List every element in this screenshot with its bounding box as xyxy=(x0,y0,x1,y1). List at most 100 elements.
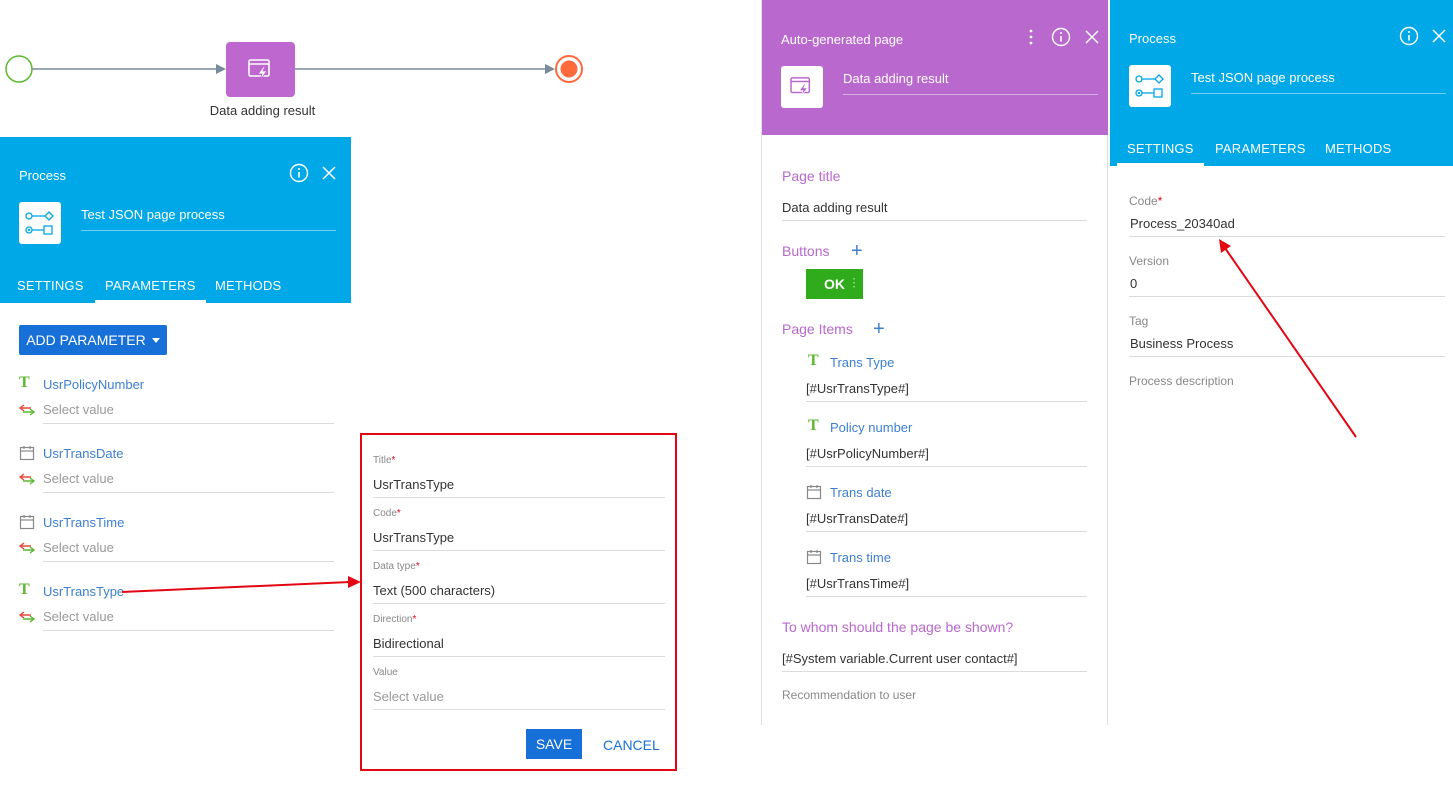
recipient-label: To whom should the page be shown? xyxy=(782,619,1014,635)
version-label: Version xyxy=(1129,254,1170,268)
save-button[interactable]: SAVE xyxy=(526,729,582,759)
more-options-icon[interactable]: · · · xyxy=(853,275,856,293)
page-items-label: Page Items xyxy=(782,321,853,337)
tab-methods[interactable]: METHODS xyxy=(215,278,281,293)
process-icon xyxy=(19,202,61,244)
parameter-value[interactable]: Select value xyxy=(43,540,114,555)
parameter-name[interactable]: UsrTransTime xyxy=(43,515,124,530)
info-icon[interactable] xyxy=(1051,27,1071,47)
page-item-value[interactable]: [#UsrTransDate#] xyxy=(806,511,908,526)
page-item-label[interactable]: Trans date xyxy=(830,485,892,500)
parameter-edit-form: Title* UsrTransType Code* UsrTransType D… xyxy=(360,433,677,771)
divider xyxy=(373,550,665,551)
divider xyxy=(1129,236,1445,237)
page-item-label[interactable]: Policy number xyxy=(830,420,912,435)
auto-page-element-icon xyxy=(781,66,823,108)
ok-button-label: OK xyxy=(824,276,845,292)
tag-field[interactable]: Business Process xyxy=(1130,336,1233,351)
code-label: Code* xyxy=(1129,194,1163,208)
divider xyxy=(806,596,1087,597)
mapping-icon[interactable] xyxy=(19,404,35,416)
code-field[interactable]: Process_20340ad xyxy=(1130,216,1235,231)
end-event-core xyxy=(560,60,578,78)
start-event[interactable] xyxy=(5,55,33,83)
left-process-title: Process xyxy=(19,168,66,183)
more-options-icon[interactable] xyxy=(1021,27,1041,47)
auto-page-task[interactable] xyxy=(226,42,295,97)
page-item-value[interactable]: [#UsrPolicyNumber#] xyxy=(806,446,929,461)
direction-select[interactable]: Bidirectional xyxy=(373,636,444,651)
mapping-icon[interactable] xyxy=(19,473,35,485)
annotation-arrow-head xyxy=(1219,239,1231,253)
parameter-name[interactable]: UsrPolicyNumber xyxy=(43,377,144,392)
calendar-icon xyxy=(19,515,35,530)
auto-page-title: Auto-generated page xyxy=(781,32,904,47)
parameter-name[interactable]: UsrTransDate xyxy=(43,446,123,461)
add-button-icon[interactable]: + xyxy=(851,241,863,261)
divider xyxy=(806,466,1087,467)
divider xyxy=(806,531,1087,532)
divider xyxy=(1129,296,1445,297)
tab-parameters[interactable]: PARAMETERS xyxy=(95,278,206,303)
text-type-icon: T xyxy=(19,581,30,598)
parameter-name[interactable]: UsrTransType xyxy=(43,584,124,599)
tag-label: Tag xyxy=(1129,314,1149,328)
text-type-icon: T xyxy=(808,352,819,369)
info-icon[interactable] xyxy=(289,163,309,183)
parameter-value[interactable]: Select value xyxy=(43,471,114,486)
code-field[interactable]: UsrTransType xyxy=(373,530,454,545)
parameter-value[interactable]: Select value xyxy=(43,402,114,417)
divider xyxy=(1129,356,1445,357)
add-parameter-label: ADD PARAMETER xyxy=(26,332,146,348)
close-icon[interactable] xyxy=(1082,27,1102,47)
process-icon xyxy=(1129,65,1171,107)
mapping-icon[interactable] xyxy=(19,611,35,623)
divider xyxy=(43,630,334,631)
buttons-label: Buttons xyxy=(782,243,830,259)
calendar-icon xyxy=(806,550,822,565)
close-icon[interactable] xyxy=(319,163,339,183)
close-icon[interactable] xyxy=(1429,26,1449,46)
divider xyxy=(782,671,1087,672)
tab-settings[interactable]: SETTINGS xyxy=(1117,141,1204,166)
code-label: Code* xyxy=(373,508,401,519)
element-name: Data adding result xyxy=(843,71,1098,95)
calendar-icon xyxy=(19,446,35,461)
page-item-value[interactable]: [#UsrTransTime#] xyxy=(806,576,909,591)
text-type-icon: T xyxy=(19,374,30,391)
page-title-field[interactable]: Data adding result xyxy=(782,200,888,215)
process-name: Test JSON page process xyxy=(1191,70,1446,94)
divider xyxy=(806,401,1087,402)
tab-parameters[interactable]: PARAMETERS xyxy=(1215,141,1306,156)
cancel-button[interactable]: CANCEL xyxy=(603,737,660,753)
direction-label: Direction* xyxy=(373,614,417,625)
title-field[interactable]: UsrTransType xyxy=(373,477,454,492)
divider xyxy=(43,561,334,562)
page-item-label[interactable]: Trans Type xyxy=(830,355,894,370)
right-process-title: Process xyxy=(1129,31,1176,46)
add-page-item-icon[interactable]: + xyxy=(873,319,885,339)
divider xyxy=(43,492,334,493)
recipient-field[interactable]: [#System variable.Current user contact#] xyxy=(782,651,1018,666)
auto-page-panel: Auto-generated page Data adding result P… xyxy=(761,0,1108,725)
divider xyxy=(373,603,665,604)
datatype-select[interactable]: Text (500 characters) xyxy=(373,583,495,598)
tab-methods[interactable]: METHODS xyxy=(1325,141,1391,156)
process-description-label: Process description xyxy=(1129,374,1234,388)
page-item-label[interactable]: Trans time xyxy=(830,550,891,565)
version-field[interactable]: 0 xyxy=(1130,276,1137,291)
annotation-arrow-code xyxy=(1224,247,1357,438)
tab-settings[interactable]: SETTINGS xyxy=(17,278,84,293)
parameter-value[interactable]: Select value xyxy=(43,609,114,624)
datatype-label: Data type* xyxy=(373,561,420,572)
add-parameter-button[interactable]: ADD PARAMETER xyxy=(19,325,167,355)
task-label: Data adding result xyxy=(209,103,316,118)
annotation-arrow-parameter xyxy=(121,581,351,593)
ok-button[interactable]: OK · · · xyxy=(806,269,863,299)
value-field[interactable]: Select value xyxy=(373,689,444,704)
auto-page-icon xyxy=(247,58,270,80)
flow-arrow-head xyxy=(545,64,555,74)
mapping-icon[interactable] xyxy=(19,542,35,554)
info-icon[interactable] xyxy=(1399,26,1419,46)
page-item-value[interactable]: [#UsrTransType#] xyxy=(806,381,909,396)
